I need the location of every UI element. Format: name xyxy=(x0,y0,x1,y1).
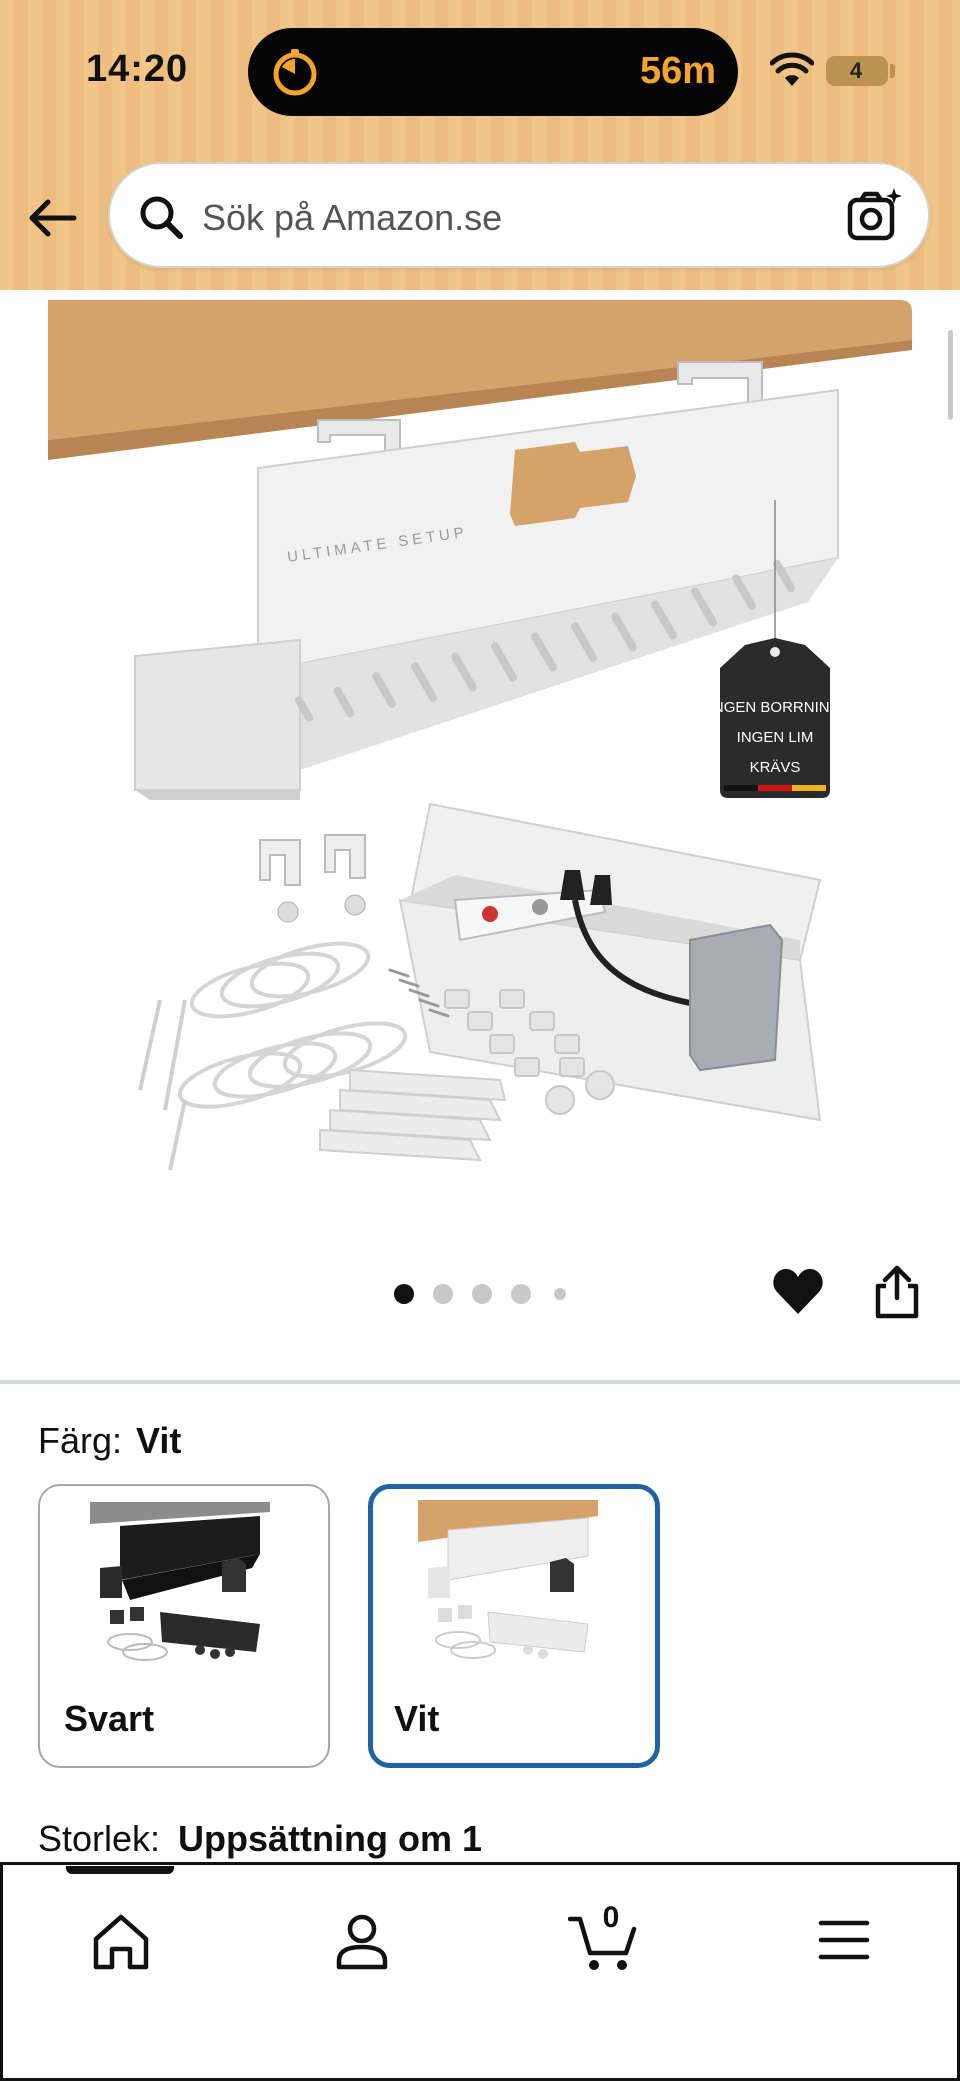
scroll-indicator xyxy=(948,330,953,420)
pagination-dot[interactable] xyxy=(554,1288,566,1300)
share-icon[interactable] xyxy=(872,1264,922,1320)
swatch-image-white xyxy=(418,1500,598,1659)
swatch-image-black xyxy=(90,1502,270,1661)
timer-text: 56m xyxy=(639,50,716,92)
image-pagination[interactable] xyxy=(390,1282,580,1306)
wifi-icon xyxy=(770,52,814,86)
heart-icon[interactable] xyxy=(770,1264,826,1320)
swatch-label: Vit xyxy=(394,1698,440,1739)
cart-button[interactable]: 0 xyxy=(567,1901,638,1975)
search-placeholder: Sök på Amazon.se xyxy=(202,197,503,238)
color-value: Vit xyxy=(136,1420,182,1461)
product-illustration: ULTIMATE SETUP INGEN BORRNING INGEN LIM … xyxy=(48,300,912,1171)
svg-text:KRÄVS: KRÄVS xyxy=(750,759,801,776)
product-image[interactable]: ULTIMATE SETUP INGEN BORRNING INGEN LIM … xyxy=(0,300,960,1200)
cart-count: 0 xyxy=(602,1901,620,1934)
pagination-dot[interactable] xyxy=(472,1284,492,1304)
home-icon[interactable] xyxy=(86,1905,156,1975)
color-option-vit[interactable]: Vit xyxy=(368,1484,660,1768)
status-time: 14:20 xyxy=(86,48,189,90)
search-icon xyxy=(140,196,183,239)
size-label: Storlek: xyxy=(38,1818,161,1859)
back-arrow-icon[interactable] xyxy=(24,190,80,246)
active-tab-indicator xyxy=(66,1866,174,1874)
color-label: Färg: xyxy=(38,1420,123,1461)
swatch-label: Svart xyxy=(64,1698,155,1739)
header: 14:20 56m 4 Sök på Amazon.se xyxy=(0,0,960,290)
svg-text:INGEN BORRNING: INGEN BORRNING xyxy=(709,699,842,716)
color-option-svart[interactable]: Svart xyxy=(38,1484,330,1768)
timer-icon xyxy=(273,49,317,96)
size-value: Uppsättning om 1 xyxy=(178,1818,483,1859)
svg-text:INGEN LIM: INGEN LIM xyxy=(737,729,814,746)
menu-icon[interactable] xyxy=(809,1905,879,1975)
battery-tip xyxy=(890,64,895,78)
account-icon[interactable] xyxy=(327,1905,397,1975)
battery-icon: 4 xyxy=(826,56,888,86)
search-input[interactable]: Sök på Amazon.se xyxy=(108,162,930,268)
pagination-dot[interactable] xyxy=(433,1284,453,1304)
pagination-dot[interactable] xyxy=(511,1284,531,1304)
camera-search-icon[interactable] xyxy=(846,186,904,244)
product-page: 14:20 56m 4 Sök på Amazon.se ULTIMATE SE… xyxy=(0,0,960,2081)
dynamic-island[interactable]: 56m xyxy=(248,28,738,116)
size-selection-header: Storlek: Uppsättning om 1 xyxy=(38,1818,482,1860)
section-divider xyxy=(0,1380,960,1384)
bottom-nav: 0 xyxy=(0,1862,960,2081)
color-selection-header: Färg: Vit xyxy=(38,1420,181,1462)
pagination-dot[interactable] xyxy=(394,1284,414,1304)
battery-level: 4 xyxy=(849,58,863,83)
